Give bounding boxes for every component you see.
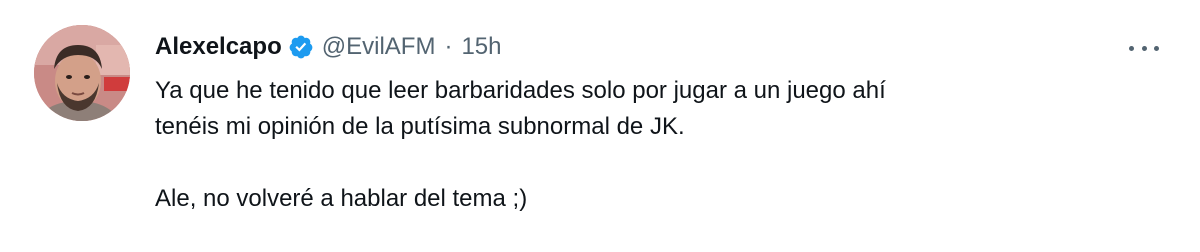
author-display-name[interactable]: Alexelcapo: [155, 33, 282, 61]
tweet-text-line: Ale, no volveré a hablar del tema ;): [155, 185, 528, 212]
avatar-photo: [34, 25, 130, 121]
tweet-header: Alexelcapo @EvilAFM · 15h: [155, 29, 501, 65]
author-handle[interactable]: @EvilAFM: [322, 33, 436, 61]
more-dot: [1129, 45, 1134, 51]
avatar[interactable]: [34, 25, 130, 121]
timestamp[interactable]: 15h: [461, 33, 501, 61]
tweet-text: Ya que he tenido que leer barbaridades s…: [155, 73, 1155, 217]
tweet-text-line: tenéis mi opinión de la putísima subnorm…: [155, 113, 685, 140]
tweet-text-line: Ya que he tenido que leer barbaridades s…: [155, 77, 886, 104]
more-horizontal-icon[interactable]: [1126, 36, 1162, 60]
verified-badge-icon: [288, 34, 314, 60]
dot-separator: ·: [444, 33, 453, 60]
more-dot: [1141, 45, 1147, 51]
more-dot: [1154, 45, 1159, 51]
tweet-card[interactable]: Alexelcapo @EvilAFM · 15h Ya que he teni…: [0, 0, 1200, 252]
